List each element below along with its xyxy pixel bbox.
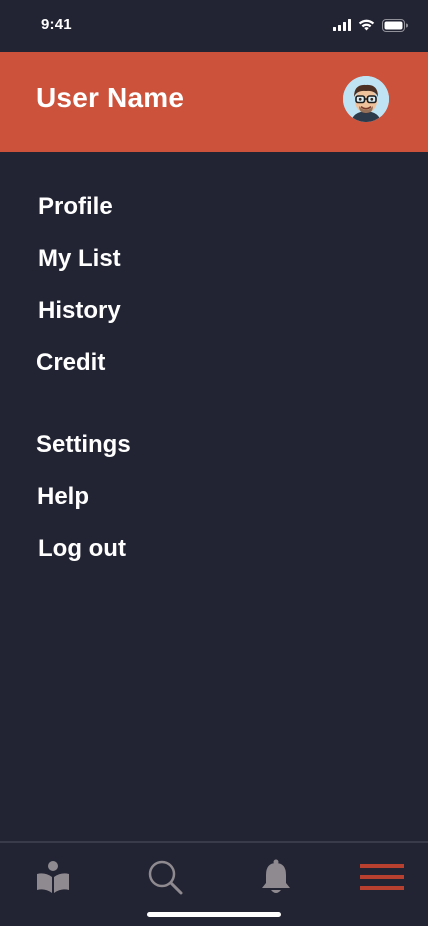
tab-search[interactable] [143, 857, 187, 897]
tab-reader[interactable] [31, 857, 75, 897]
wifi-icon [358, 19, 375, 31]
tab-menu[interactable] [360, 857, 404, 897]
user-name: User Name [36, 82, 185, 113]
menu-item-log-out[interactable]: Log out [38, 535, 126, 563]
memoji-avatar-icon [343, 76, 389, 122]
bell-icon [262, 859, 290, 893]
menu-item-my-list[interactable]: My List [38, 245, 121, 273]
battery-icon [382, 18, 408, 32]
status-time: 9:41 [41, 16, 72, 33]
home-indicator [147, 912, 281, 917]
menu-item-help[interactable]: Help [37, 483, 89, 511]
hamburger-menu-icon [360, 864, 404, 890]
search-icon [148, 860, 183, 895]
status-icons [333, 17, 408, 33]
signal-icon [333, 19, 351, 31]
profile-header: User Name [0, 52, 428, 152]
reader-book-icon [37, 861, 69, 893]
menu-item-history[interactable]: History [38, 297, 121, 325]
menu-item-settings[interactable]: Settings [36, 431, 131, 459]
tab-notifications[interactable] [254, 857, 298, 897]
menu-item-profile[interactable]: Profile [38, 193, 113, 221]
status-bar: 9:41 [0, 0, 428, 52]
menu-item-credit[interactable]: Credit [36, 349, 105, 377]
avatar[interactable] [343, 76, 389, 122]
